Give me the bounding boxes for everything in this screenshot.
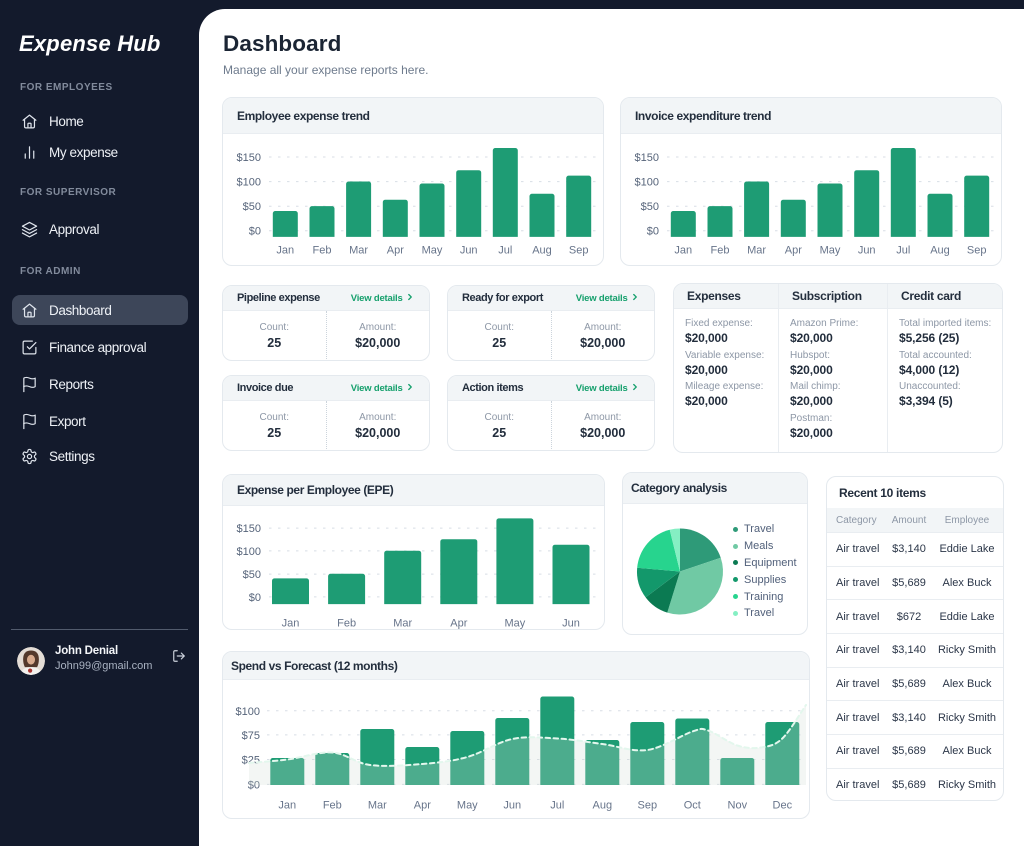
svg-text:$50: $50 (641, 201, 659, 213)
svg-text:Jul: Jul (896, 245, 910, 257)
svg-text:Jul: Jul (498, 245, 512, 257)
svg-text:Mar: Mar (747, 245, 766, 257)
svg-text:Sep: Sep (638, 800, 658, 812)
svg-text:$50: $50 (243, 201, 261, 213)
svg-text:Jun: Jun (460, 245, 478, 257)
svg-text:Apr: Apr (785, 245, 802, 257)
svg-text:Nov: Nov (728, 800, 748, 812)
svg-text:Mar: Mar (368, 800, 387, 812)
svg-text:$75: $75 (242, 730, 260, 742)
svg-text:Jul: Jul (550, 800, 564, 812)
svg-text:$150: $150 (237, 523, 261, 535)
svg-text:Aug: Aug (532, 245, 552, 257)
svg-text:Mar: Mar (393, 618, 412, 630)
svg-text:Jan: Jan (282, 618, 300, 630)
svg-text:Jun: Jun (858, 245, 876, 257)
svg-text:Oct: Oct (684, 800, 701, 812)
svg-text:$150: $150 (237, 152, 261, 164)
svg-text:Apr: Apr (414, 800, 431, 812)
svg-text:May: May (505, 618, 526, 630)
svg-text:$0: $0 (647, 226, 659, 238)
svg-text:Sep: Sep (967, 245, 987, 257)
svg-text:Jun: Jun (503, 800, 521, 812)
svg-text:Jan: Jan (276, 245, 294, 257)
svg-text:Feb: Feb (337, 618, 356, 630)
svg-text:Jan: Jan (278, 800, 296, 812)
svg-text:Dec: Dec (773, 800, 793, 812)
svg-text:May: May (820, 245, 841, 257)
svg-text:Mar: Mar (349, 245, 368, 257)
svg-text:$100: $100 (635, 177, 659, 189)
svg-text:$100: $100 (237, 177, 261, 189)
svg-text:Aug: Aug (930, 245, 950, 257)
svg-text:$100: $100 (236, 706, 260, 718)
svg-text:Sep: Sep (569, 245, 589, 257)
svg-text:Jan: Jan (674, 245, 692, 257)
svg-text:Apr: Apr (450, 618, 467, 630)
svg-text:$50: $50 (243, 569, 261, 581)
svg-text:$150: $150 (635, 152, 659, 164)
svg-text:$0: $0 (249, 226, 261, 238)
svg-text:Aug: Aug (593, 800, 613, 812)
svg-text:Feb: Feb (711, 245, 730, 257)
svg-text:Feb: Feb (313, 245, 332, 257)
svg-text:Feb: Feb (323, 800, 342, 812)
svg-text:May: May (457, 800, 478, 812)
svg-text:$0: $0 (249, 592, 261, 604)
svg-text:May: May (422, 245, 443, 257)
svg-text:Jun: Jun (562, 618, 580, 630)
svg-text:$100: $100 (237, 546, 261, 558)
svg-text:Apr: Apr (387, 245, 404, 257)
